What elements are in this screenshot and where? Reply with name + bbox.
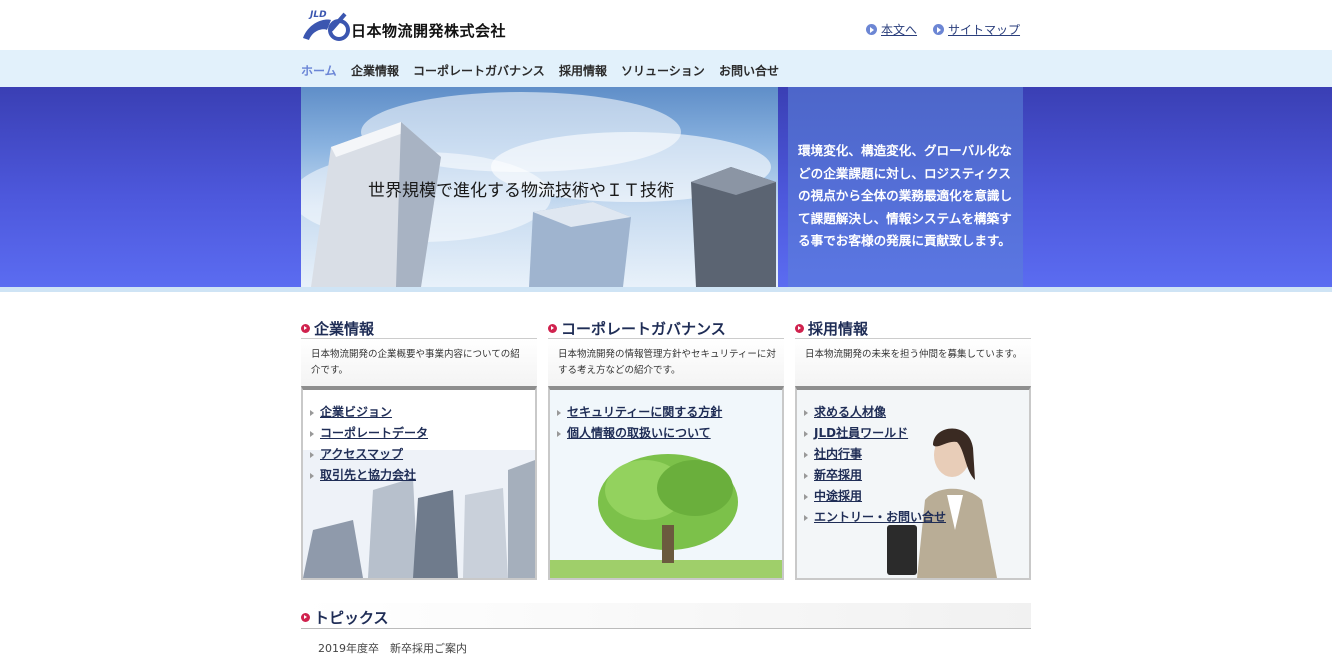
link-mid-career[interactable]: 中途採用 [804, 486, 946, 507]
section-description: 日本物流開発の未来を担う仲間を募集しています。 [805, 349, 1023, 360]
section-link-list: セキュリティーに関する方針 個人情報の取扱いについて [557, 402, 722, 444]
arrow-circle-icon [548, 324, 557, 333]
arrow-circle-icon [866, 24, 877, 35]
skip-to-content-link[interactable]: 本文へ [866, 21, 917, 38]
svg-text:JLD: JLD [308, 10, 327, 20]
company-name[interactable]: 日本物流開発株式会社 [351, 20, 506, 41]
triangle-icon [804, 493, 808, 500]
section-desc-box: 日本物流開発の情報管理方針やセキュリティーに対する考え方などの紹介です。 [548, 338, 784, 389]
link-entry-contact[interactable]: エントリー・お問い合せ [804, 507, 946, 528]
section-title-label: 企業情報 [314, 320, 375, 338]
link-access-map[interactable]: アクセスマップ [310, 444, 428, 465]
link-label: アクセスマップ [320, 447, 404, 461]
section-desc-box: 日本物流開発の企業概要や事業内容についての紹介です。 [301, 338, 537, 389]
triangle-icon [804, 430, 808, 437]
link-label: コーポレートデータ [320, 426, 429, 440]
arrow-circle-icon [933, 24, 944, 35]
link-ideal-candidate[interactable]: 求める人材像 [804, 402, 946, 423]
section-link-list: 企業ビジョン コーポレートデータ アクセスマップ 取引先と協力会社 [310, 402, 428, 486]
nav-item-contact[interactable]: お問い合せ [719, 62, 779, 79]
link-label: JLD社員ワールド [814, 426, 909, 440]
topics-header-bar [301, 603, 1031, 629]
triangle-icon [804, 409, 808, 416]
section-title-recruit[interactable]: 採用情報 [795, 318, 868, 339]
link-label: エントリー・お問い合せ [814, 510, 947, 524]
link-corporate-data[interactable]: コーポレートデータ [310, 423, 428, 444]
global-nav: ホーム 企業情報 コーポレートガバナンス 採用情報 ソリューション お問い合せ [0, 50, 1332, 87]
section-title-topics: トピックス [301, 607, 389, 628]
link-label: セキュリティーに関する方針 [567, 405, 723, 419]
sitemap-label: サイトマップ [948, 23, 1021, 37]
section-description: 日本物流開発の情報管理方針やセキュリティーに対する考え方などの紹介です。 [558, 349, 776, 376]
link-label: 個人情報の取扱いについて [567, 426, 711, 440]
link-new-grad[interactable]: 新卒採用 [804, 465, 946, 486]
link-company-events[interactable]: 社内行事 [804, 444, 946, 465]
link-privacy[interactable]: 個人情報の取扱いについて [557, 423, 722, 444]
link-vision[interactable]: 企業ビジョン [310, 402, 428, 423]
arrow-circle-icon [301, 324, 310, 333]
triangle-icon [804, 514, 808, 521]
triangle-icon [557, 430, 561, 437]
triangle-icon [310, 409, 314, 416]
nav-item-company[interactable]: 企業情報 [351, 62, 399, 79]
hero-tagline: 世界規模で進化する物流技術やＩＴ技術 [368, 181, 674, 201]
link-label: 取引先と協力会社 [320, 468, 417, 482]
section-desc-box: 日本物流開発の未来を担う仲間を募集しています。 [795, 338, 1031, 389]
link-label: 中途採用 [814, 489, 863, 503]
triangle-icon [310, 430, 314, 437]
sitemap-link[interactable]: サイトマップ [933, 21, 1020, 38]
section-description: 日本物流開発の企業概要や事業内容についての紹介です。 [311, 349, 520, 376]
hero-divider [0, 287, 1332, 292]
section-panel-company: 企業ビジョン コーポレートデータ アクセスマップ 取引先と協力会社 [301, 386, 537, 580]
nav-item-home[interactable]: ホーム [301, 62, 337, 79]
nav-item-recruit[interactable]: 採用情報 [559, 62, 607, 79]
hero-message-box: 環境変化、構造変化、グローバル化などの企業課題に対し、ロジスティクスの視点から全… [788, 87, 1023, 287]
nav-item-governance[interactable]: コーポレートガバナンス [413, 62, 545, 79]
section-title-governance[interactable]: コーポレートガバナンス [548, 318, 726, 339]
triangle-icon [557, 409, 561, 416]
section-title-label: 採用情報 [808, 320, 869, 338]
section-link-list: 求める人材像 JLD社員ワールド 社内行事 新卒採用 中途採用 エントリー・お問… [804, 402, 946, 528]
link-employee-world[interactable]: JLD社員ワールド [804, 423, 946, 444]
triangle-icon [804, 451, 808, 458]
link-label: 求める人材像 [814, 405, 887, 419]
triangle-icon [310, 472, 314, 479]
skip-to-content-label: 本文へ [881, 23, 918, 37]
triangle-icon [310, 451, 314, 458]
link-label: 新卒採用 [814, 468, 863, 482]
section-title-company[interactable]: 企業情報 [301, 318, 374, 339]
link-partners[interactable]: 取引先と協力会社 [310, 465, 428, 486]
section-panel-governance: セキュリティーに関する方針 個人情報の取扱いについて [548, 386, 784, 580]
topic-item[interactable]: 2019年度卒 新卒採用ご案内 [318, 640, 467, 656]
topics-title-label: トピックス [314, 609, 389, 627]
link-label: 企業ビジョン [320, 405, 393, 419]
arrow-circle-icon [301, 613, 310, 622]
link-security-policy[interactable]: セキュリティーに関する方針 [557, 402, 722, 423]
section-panel-recruit: 求める人材像 JLD社員ワールド 社内行事 新卒採用 中途採用 エントリー・お問… [795, 386, 1031, 580]
triangle-icon [804, 472, 808, 479]
company-logo[interactable]: JLD [301, 8, 351, 42]
hero-message: 環境変化、構造変化、グローバル化などの企業課題に対し、ロジスティクスの視点から全… [798, 143, 1013, 248]
nav-item-solution[interactable]: ソリューション [621, 62, 705, 79]
section-title-label: コーポレートガバナンス [561, 320, 726, 338]
arrow-circle-icon [795, 324, 804, 333]
link-label: 社内行事 [814, 447, 863, 461]
